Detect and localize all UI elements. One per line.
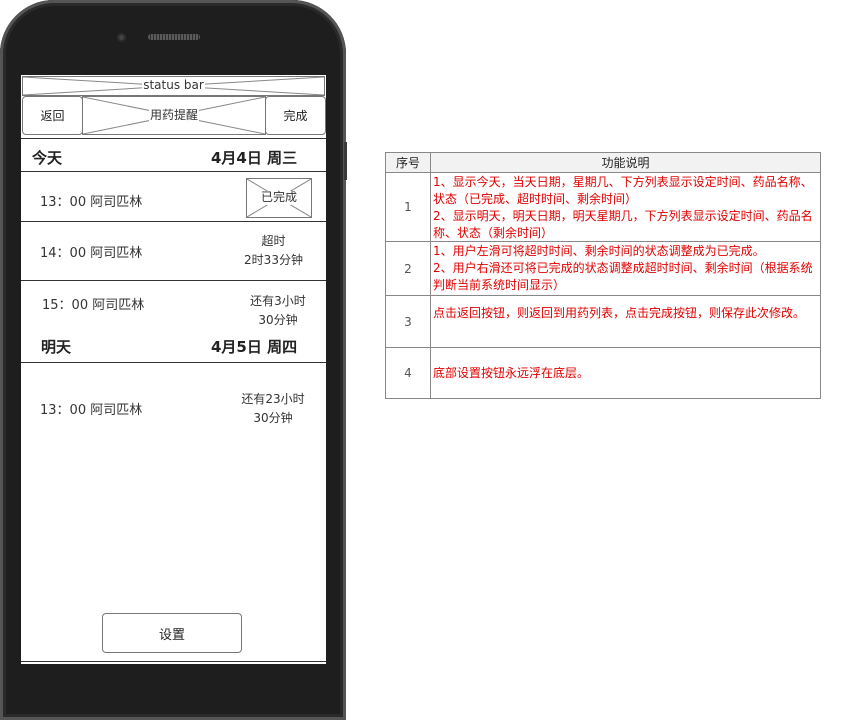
status-line: 2时33分钟 <box>244 253 303 267</box>
tomorrow-date: 4月5日 周四 <box>211 338 298 356</box>
item-time-name: 14：00 阿司匹林 <box>40 246 143 261</box>
table-header-number: 序号 <box>385 152 431 173</box>
done-button[interactable]: 完成 <box>265 96 326 135</box>
nav-title: 用药提醒 <box>82 96 266 135</box>
status-line: 还有23小时 <box>241 392 305 406</box>
status-line: 30分钟 <box>258 313 298 327</box>
phone-frame: status bar 返回 用药提醒 完成 今天 4月4日 周三 13：00 阿… <box>0 0 347 720</box>
overdue-status: 超时 2时33分钟 <box>231 232 316 270</box>
table-header-description: 功能说明 <box>430 152 821 173</box>
description-line: 底部设置按钮永远浮在底层。 <box>433 365 590 380</box>
row-description: 点击返回按钮，则返回到用药列表，点击完成按钮，则保存此次修改。 <box>430 295 821 348</box>
back-button[interactable]: 返回 <box>22 96 83 135</box>
table-row: 4 底部设置按钮永远浮在底层。 <box>385 347 821 399</box>
row-number: 4 <box>385 347 431 399</box>
nav-title-label: 用药提醒 <box>148 107 199 123</box>
remaining-status: 还有23小时 30分钟 <box>232 390 314 428</box>
list-item[interactable]: 13：00 阿司匹林 还有23小时 30分钟 <box>21 363 326 453</box>
row-number: 3 <box>385 295 431 348</box>
remaining-status: 还有3小时 30分钟 <box>237 292 319 330</box>
description-line: 2、显示明天，明天日期，明天星期几，下方列表显示设定时间、药品名称、状态（剩余时… <box>433 209 813 240</box>
today-label: 今天 <box>32 149 63 167</box>
list-item[interactable]: 15：00 阿司匹林 还有3小时 30分钟 <box>21 281 326 335</box>
row-description: 1、显示今天，当天日期，星期几、下方列表显示设定时间、药品名称、状态（已完成、超… <box>430 172 821 242</box>
list-item[interactable]: 14：00 阿司匹林 超时 2时33分钟 <box>21 222 326 280</box>
description-line: 2、用户右滑还可将已完成的状态调整成超时时间、剩余时间（根据系统判断当前系统时间… <box>433 261 813 292</box>
item-time-name: 13：00 阿司匹林 <box>40 195 143 210</box>
status-bar: status bar <box>22 76 325 96</box>
description-line: 1、用户左滑可将超时时间、剩余时间的状态调整成为已完成。 <box>433 244 765 258</box>
power-button <box>344 142 347 180</box>
back-button-label: 返回 <box>40 109 65 123</box>
table-row: 1 1、显示今天，当天日期，星期几、下方列表显示设定时间、药品名称、状态（已完成… <box>385 172 821 242</box>
description-line: 1、显示今天，当天日期，星期几、下方列表显示设定时间、药品名称、状态（已完成、超… <box>433 175 813 206</box>
spec-table: 序号 功能说明 1 1、显示今天，当天日期，星期几、下方列表显示设定时间、药品名… <box>385 152 821 399</box>
settings-button-label: 设置 <box>158 627 185 643</box>
phone-screen: status bar 返回 用药提醒 完成 今天 4月4日 周三 13：00 阿… <box>21 75 326 664</box>
table-row: 2 1、用户左滑可将超时时间、剩余时间的状态调整成为已完成。 2、用户右滑还可将… <box>385 241 821 296</box>
divider <box>21 138 326 139</box>
row-number: 1 <box>385 172 431 242</box>
tomorrow-label: 明天 <box>41 338 72 356</box>
item-time-name: 15：00 阿司匹林 <box>42 298 145 313</box>
today-date: 4月4日 周三 <box>211 149 298 167</box>
row-number: 2 <box>385 241 431 296</box>
front-camera <box>117 33 126 42</box>
completed-status: 已完成 <box>246 178 312 218</box>
bottom-divider <box>21 661 326 662</box>
row-description: 底部设置按钮永远浮在底层。 <box>430 347 821 399</box>
row-description: 1、用户左滑可将超时时间、剩余时间的状态调整成为已完成。 2、用户右滑还可将已完… <box>430 241 821 296</box>
description-line: 点击返回按钮，则返回到用药列表，点击完成按钮，则保存此次修改。 <box>433 306 806 320</box>
status-line: 超时 <box>261 234 286 248</box>
table-row: 3 点击返回按钮，则返回到用药列表，点击完成按钮，则保存此次修改。 <box>385 295 821 348</box>
completed-status-label: 已完成 <box>259 190 298 205</box>
status-line: 还有3小时 <box>250 294 306 308</box>
list-item[interactable]: 13：00 阿司匹林 已完成 <box>21 172 326 221</box>
settings-button[interactable]: 设置 <box>102 613 242 653</box>
earpiece-speaker <box>148 34 200 40</box>
done-button-label: 完成 <box>283 109 308 123</box>
status-line: 30分钟 <box>253 411 293 425</box>
status-bar-label: status bar <box>142 78 205 93</box>
item-time-name: 13：00 阿司匹林 <box>40 403 143 418</box>
